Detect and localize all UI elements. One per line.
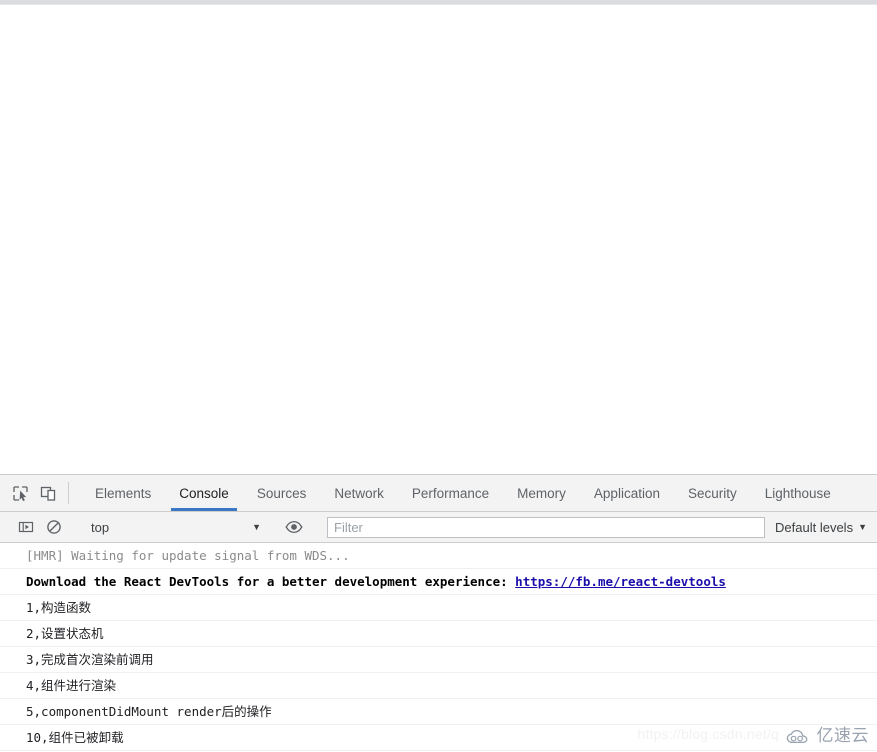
chevron-down-icon: ▼ (252, 521, 261, 532)
tab-console[interactable]: Console (165, 475, 243, 511)
tab-lighthouse-label: Lighthouse (764, 485, 831, 501)
tab-sources-label: Sources (256, 485, 307, 501)
console-message-text: 1,构造函数 (26, 600, 92, 615)
tab-console-label: Console (179, 485, 229, 501)
tab-application-label: Application (593, 485, 660, 501)
inspect-element-button[interactable] (6, 475, 34, 511)
console-message: 5,componentDidMount render后的操作 (0, 699, 877, 725)
console-message: 4,组件进行渲染 (0, 673, 877, 699)
tab-memory-label: Memory (517, 485, 566, 501)
console-filter-input[interactable] (327, 516, 766, 538)
console-message: 2,设置状态机 (0, 621, 877, 647)
devtools-panel: Elements Console Sources Network Perform… (0, 474, 877, 752)
live-expression-eye-icon (285, 520, 303, 534)
device-toolbar-button[interactable] (34, 475, 62, 511)
console-message: 1,构造函数 (0, 595, 877, 621)
console-message-text: 3,完成首次渲染前调用 (26, 652, 154, 667)
tab-network-label: Network (334, 485, 384, 501)
tab-security[interactable]: Security (674, 475, 751, 511)
clear-console-button[interactable] (40, 519, 68, 535)
tab-lighthouse[interactable]: Lighthouse (751, 475, 845, 511)
execution-context-select[interactable]: top ▼ (81, 516, 267, 538)
tab-elements-label: Elements (95, 485, 152, 501)
tab-network[interactable]: Network (320, 475, 398, 511)
tab-elements[interactable]: Elements (81, 475, 165, 511)
console-message-text: Download the React DevTools for a better… (26, 574, 516, 589)
tab-performance[interactable]: Performance (398, 475, 503, 511)
page-viewport (0, 5, 877, 474)
console-message-text: 4,组件进行渲染 (26, 678, 117, 693)
tab-sources[interactable]: Sources (243, 475, 321, 511)
tab-memory[interactable]: Memory (503, 475, 580, 511)
devtools-tab-list: Elements Console Sources Network Perform… (81, 475, 877, 511)
devtools-tabbar: Elements Console Sources Network Perform… (0, 475, 877, 512)
console-message: Download the React DevTools for a better… (0, 569, 877, 595)
console-message: 3,完成首次渲染前调用 (0, 647, 877, 673)
console-message-text: 2,设置状态机 (26, 626, 104, 641)
console-message-text: 5,componentDidMount render后的操作 (26, 704, 272, 719)
tab-application[interactable]: Application (580, 475, 674, 511)
console-message-text: [HMR] Waiting for update signal from WDS… (26, 548, 350, 563)
console-message-text: 10,组件已被卸载 (26, 730, 124, 745)
live-expression-button[interactable] (280, 520, 308, 534)
log-level-label: Default levels (775, 519, 854, 535)
react-devtools-link[interactable]: https://fb.me/react-devtools (515, 574, 726, 589)
log-level-select[interactable]: Default levels ▼ (771, 520, 877, 535)
tab-performance-label: Performance (411, 485, 490, 501)
execution-context-value: top (91, 519, 110, 535)
toolbar-divider (68, 482, 69, 504)
console-message-list[interactable]: [HMR] Waiting for update signal from WDS… (0, 543, 877, 752)
console-message: [HMR] Waiting for update signal from WDS… (0, 543, 877, 569)
console-filterbar: top ▼ Default levels ▼ (0, 512, 877, 543)
console-sidebar-icon (18, 521, 34, 533)
console-message: 10,组件已被卸载 (0, 725, 877, 751)
tab-security-label: Security (687, 485, 737, 501)
chevron-down-icon: ▼ (858, 521, 867, 532)
clear-console-icon (47, 520, 61, 534)
inspect-element-icon (12, 485, 28, 501)
device-toolbar-icon (40, 486, 55, 501)
console-sidebar-toggle-button[interactable] (12, 519, 40, 535)
